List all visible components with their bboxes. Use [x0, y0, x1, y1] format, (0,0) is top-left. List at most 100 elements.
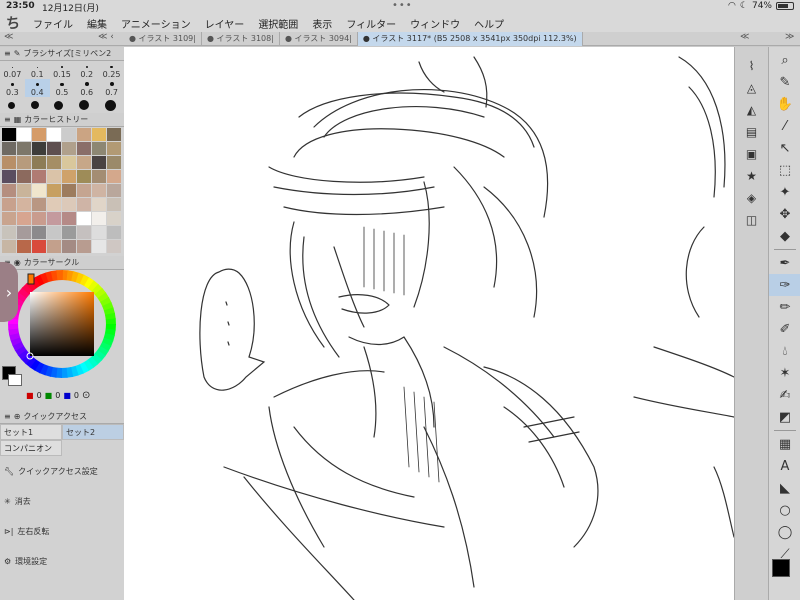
brush-size-option[interactable]: 0.4	[24, 79, 50, 97]
color-history-swatch[interactable]	[92, 184, 106, 197]
balloon-icon[interactable]: ◯	[769, 521, 800, 543]
color-history-swatch[interactable]	[107, 170, 121, 183]
companion-button[interactable]: コンパニオン	[0, 440, 62, 456]
edge-handle-chevron-icon[interactable]: ›	[0, 262, 18, 322]
color-history-swatch[interactable]	[77, 156, 91, 169]
drawing-canvas[interactable]	[124, 47, 734, 600]
color-history-swatch[interactable]	[107, 198, 121, 211]
color-history-swatch[interactable]	[47, 170, 61, 183]
tab-right-nav-icon[interactable]: ≪	[740, 32, 749, 42]
color-history-swatch[interactable]	[17, 128, 31, 141]
color-history-swatch[interactable]	[62, 170, 76, 183]
color-history-swatch[interactable]	[32, 240, 46, 253]
auto-select-icon[interactable]: ✦	[769, 181, 800, 203]
selection-icon[interactable]: ⬚	[769, 159, 800, 181]
history-icon[interactable]: ▤	[735, 121, 768, 143]
color-history-swatch[interactable]	[107, 184, 121, 197]
quick-access-set-2[interactable]: セット2	[62, 424, 124, 440]
menu-icon[interactable]: ≡	[4, 49, 11, 58]
color-history-swatch[interactable]	[92, 240, 106, 253]
app-logo-icon[interactable]: ち	[0, 14, 26, 32]
brush-size-option[interactable]: 0.1	[25, 61, 50, 79]
brush-size-large-dot[interactable]	[7, 101, 15, 109]
color-mode-icon[interactable]: ⊙	[82, 390, 90, 401]
hue-cursor[interactable]	[27, 273, 35, 285]
tab-scroll-icon[interactable]: ≪ ‹	[98, 32, 114, 42]
color-history-swatch[interactable]	[17, 170, 31, 183]
color-history-swatch[interactable]	[107, 212, 121, 225]
tab-illust-3117[interactable]: ● イラスト 3117* (B5 2508 x 3541px 350dpi 11…	[357, 32, 583, 46]
color-history-swatch[interactable]	[107, 128, 121, 141]
color-history-swatch[interactable]	[92, 226, 106, 239]
color-history-swatch[interactable]	[62, 226, 76, 239]
color-history-swatch[interactable]	[62, 240, 76, 253]
brush-size-large-dot[interactable]	[105, 99, 117, 111]
active-pen-icon[interactable]: ✑	[769, 274, 800, 296]
eyedropper-icon[interactable]: ⁄	[769, 115, 800, 137]
color-history-swatch[interactable]	[32, 212, 46, 225]
menu-view[interactable]: 表示	[305, 16, 339, 31]
menu-file[interactable]: ファイル	[26, 16, 80, 31]
brush-size-option[interactable]: 0.3	[0, 79, 25, 97]
color-history-swatch[interactable]	[77, 198, 91, 211]
sub-color-swatch[interactable]	[8, 374, 22, 386]
color-history-swatch[interactable]	[62, 184, 76, 197]
brush-size-large-dot[interactable]	[79, 100, 90, 110]
color-history-swatch[interactable]	[77, 142, 91, 155]
animation-icon[interactable]: ▣	[735, 143, 768, 165]
quick-access-set-1[interactable]: セット1	[0, 424, 62, 440]
hue-segment[interactable]	[56, 270, 63, 281]
color-history-swatch[interactable]	[92, 142, 106, 155]
color-history-swatch[interactable]	[32, 198, 46, 211]
brush-size-option[interactable]: 0.7	[99, 79, 124, 97]
layers-icon[interactable]: ◈	[735, 187, 768, 209]
color-history-swatch[interactable]	[107, 240, 121, 253]
red-value[interactable]: 0	[37, 391, 42, 400]
brush-size-large-dot[interactable]	[54, 100, 64, 110]
menu-window[interactable]: ウィンドウ	[403, 16, 467, 31]
menu-icon[interactable]: ≡	[4, 412, 11, 421]
shape-icon[interactable]: ○	[769, 499, 800, 521]
blue-value[interactable]: 0	[74, 391, 79, 400]
color-history-swatch[interactable]	[2, 170, 16, 183]
pencil-icon[interactable]: ✏	[769, 296, 800, 318]
eraser-icon[interactable]: ◆	[769, 225, 800, 247]
text-icon[interactable]: A	[769, 455, 800, 477]
clear-item[interactable]: ✳ 消去	[0, 486, 124, 516]
flip-horizontal-item[interactable]: ⊳| 左右反転	[0, 516, 124, 546]
color-history-swatch[interactable]	[47, 240, 61, 253]
hue-segment[interactable]	[8, 323, 19, 330]
color-history-swatch[interactable]	[2, 142, 16, 155]
menu-help[interactable]: ヘルプ	[467, 16, 511, 31]
color-history-swatch[interactable]	[32, 142, 46, 155]
brush-size-option[interactable]: 0.07	[0, 61, 25, 79]
hue-segment[interactable]	[61, 367, 68, 378]
color-history-swatch[interactable]	[47, 184, 61, 197]
tool-property-icon[interactable]: ◬	[735, 77, 768, 99]
color-history-swatch[interactable]	[17, 226, 31, 239]
color-history-swatch[interactable]	[92, 170, 106, 183]
color-history-swatch[interactable]	[92, 156, 106, 169]
color-history-swatch[interactable]	[32, 226, 46, 239]
color-history-swatch[interactable]	[77, 170, 91, 183]
color-history-swatch[interactable]	[107, 156, 121, 169]
color-history-swatch[interactable]	[92, 128, 106, 141]
color-history-swatch[interactable]	[32, 128, 46, 141]
preferences-item[interactable]: ⚙ 環境設定	[0, 546, 124, 576]
multitasking-dots[interactable]: •••	[392, 0, 413, 11]
color-history-swatch[interactable]	[32, 170, 46, 183]
gradient-icon[interactable]: ▦	[769, 433, 800, 455]
color-history-swatch[interactable]	[2, 212, 16, 225]
decoration-icon[interactable]: ✍	[769, 384, 800, 406]
color-wheel[interactable]	[0, 270, 124, 388]
brush-size-option[interactable]: 0.15	[50, 61, 75, 79]
color-history-swatch[interactable]	[77, 184, 91, 197]
color-history-swatch[interactable]	[92, 212, 106, 225]
menu-icon[interactable]: ≡	[4, 115, 11, 124]
brush-size-option[interactable]: 0.2	[74, 61, 99, 79]
frame-icon[interactable]: ◣	[769, 477, 800, 499]
brush-size-option[interactable]: 0.5	[50, 79, 75, 97]
brush-size-large-dot[interactable]	[30, 101, 39, 109]
menu-selection[interactable]: 選択範囲	[251, 16, 305, 31]
tab-illust-3108[interactable]: ● イラスト 3108|	[202, 32, 280, 46]
